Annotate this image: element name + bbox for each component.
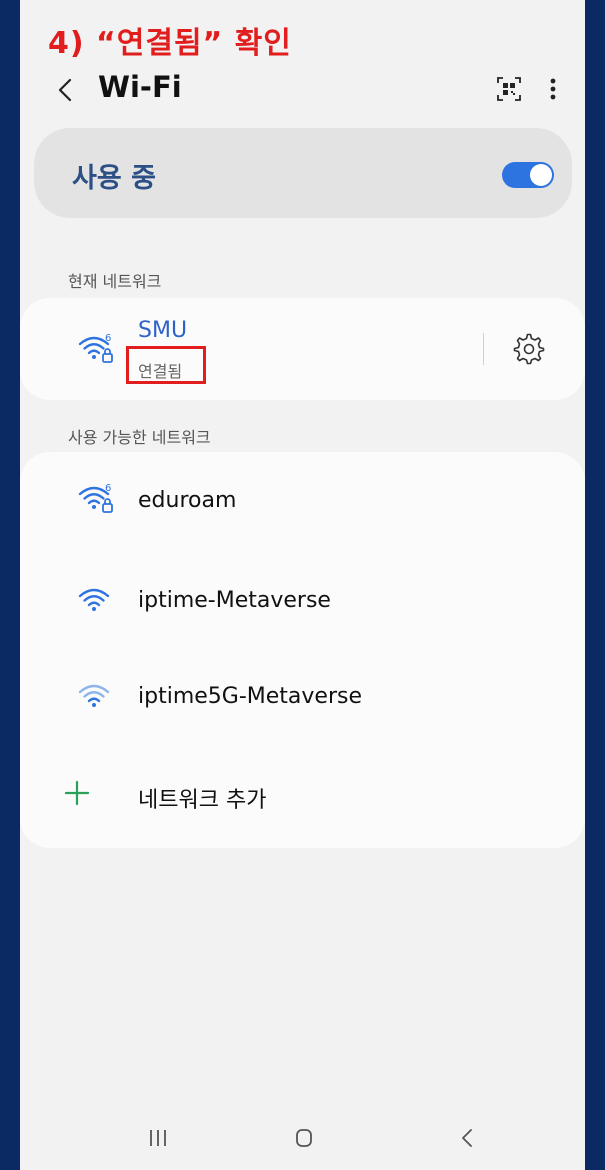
home-button[interactable] [284, 1118, 324, 1158]
available-networks-card: 6 eduroam iptime-Metaverse iptime5G-Meta… [20, 452, 585, 848]
nav-back-button[interactable] [448, 1118, 488, 1158]
chevron-left-icon [462, 1129, 472, 1147]
more-options-button[interactable] [540, 72, 566, 106]
current-network-ssid: SMU [138, 318, 188, 343]
back-button[interactable] [52, 76, 80, 104]
phone-screen: 4) “연결됨” 확인 Wi-Fi 사용 중 현재 네트워크 6 SMU 연결됨… [20, 0, 585, 1170]
system-navigation-bar [20, 1100, 585, 1170]
wifi-weak-icon [78, 680, 114, 712]
recent-apps-icon [150, 1130, 166, 1146]
home-icon [296, 1129, 312, 1147]
connection-status: 연결됨 [138, 362, 183, 381]
wifi-master-switch-row[interactable]: 사용 중 [34, 128, 572, 218]
toggle-knob [530, 164, 552, 186]
chevron-left-icon [58, 78, 72, 102]
available-networks-section-label: 사용 가능한 네트워크 [68, 428, 211, 447]
instruction-caption: 4) “연결됨” 확인 [48, 26, 292, 61]
plus-icon [64, 780, 90, 806]
top-app-bar: Wi-Fi [20, 62, 585, 118]
network-ssid: eduroam [138, 488, 237, 513]
svg-text:6: 6 [105, 333, 111, 344]
network-row-iptime5g-metaverse[interactable]: iptime5G-Metaverse [20, 648, 585, 744]
svg-text:6: 6 [105, 483, 111, 494]
current-network-card[interactable]: 6 SMU 연결됨 [20, 298, 585, 400]
add-network-label: 네트워크 추가 [138, 788, 267, 813]
network-ssid: iptime5G-Metaverse [138, 684, 362, 709]
wifi-toggle[interactable] [502, 162, 554, 188]
add-network-button[interactable]: 네트워크 추가 [20, 748, 585, 844]
more-vertical-icon [550, 78, 556, 100]
qr-code-icon [497, 77, 521, 101]
network-row-eduroam[interactable]: 6 eduroam [20, 452, 585, 548]
wifi-icon [78, 584, 114, 616]
current-network-section-label: 현재 네트워크 [68, 272, 162, 291]
wifi6-locked-icon: 6 [78, 332, 114, 364]
gear-icon [513, 333, 545, 365]
qr-code-button[interactable] [496, 76, 522, 102]
recent-apps-button[interactable] [138, 1118, 178, 1158]
wifi6-locked-icon: 6 [78, 482, 114, 514]
network-settings-button[interactable] [512, 332, 546, 366]
vertical-divider [483, 333, 484, 365]
network-ssid: iptime-Metaverse [138, 588, 331, 613]
page-title: Wi-Fi [98, 70, 182, 104]
network-row-iptime-metaverse[interactable]: iptime-Metaverse [20, 552, 585, 648]
wifi-master-label: 사용 중 [72, 163, 156, 194]
